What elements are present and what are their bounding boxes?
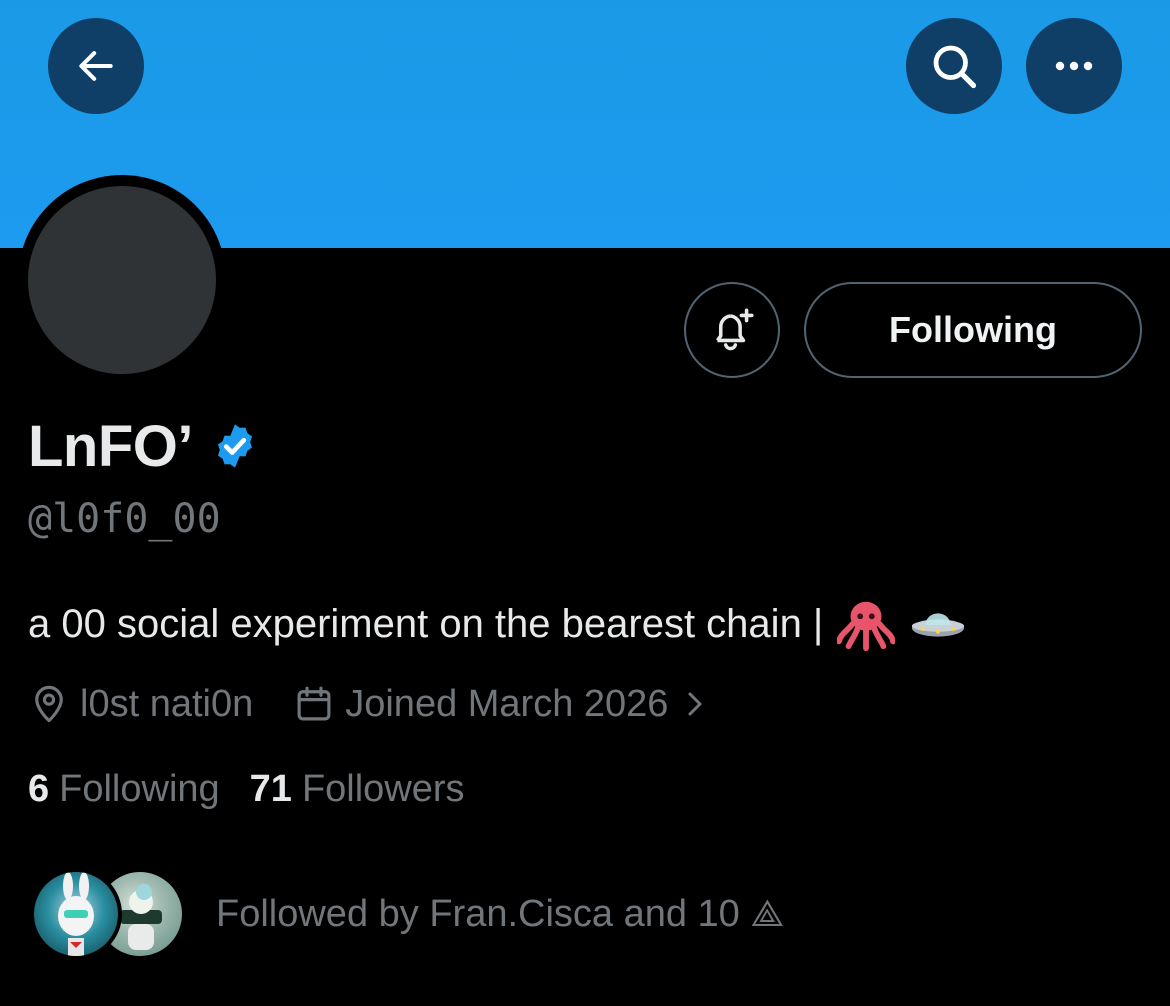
user-handle: @l0f0_00: [28, 496, 221, 542]
following-stat[interactable]: 6 Following: [28, 768, 220, 811]
more-horizontal-icon: [1055, 61, 1093, 71]
following-button[interactable]: Following: [804, 282, 1142, 378]
bio-text: a 00 social experiment on the bearest ch…: [28, 601, 824, 646]
bell-plus-icon: [715, 308, 754, 351]
back-button[interactable]: [48, 18, 144, 114]
search-button[interactable]: [906, 18, 1002, 114]
follow-stats: 6 Following 71 Followers: [28, 764, 465, 814]
location-pin-icon: [35, 685, 63, 723]
profile-bio: a 00 social experiment on the bearest ch…: [28, 596, 967, 652]
arrow-left-icon: [79, 51, 113, 81]
joined-text: Joined March 2026: [345, 682, 669, 725]
profile-meta: l0st nati0n Joined March 2026: [28, 678, 708, 730]
display-name: LnFO’: [28, 413, 194, 479]
search-icon: [933, 45, 977, 89]
octopus-emoji: [837, 601, 896, 652]
followed-by-row[interactable]: Followed by Fran.Cisca and 10 ⟁: [28, 866, 784, 962]
flying-saucer-emoji: [912, 613, 965, 637]
location-item: l0st nati0n: [28, 683, 253, 726]
calendar-icon: [297, 686, 331, 721]
more-options-button[interactable]: [1026, 18, 1122, 114]
profile-page: Following LnFO’ @l0f0_00 a 00 social exp…: [0, 0, 1170, 1006]
followers-stat[interactable]: 71 Followers: [250, 768, 465, 811]
profile-avatar[interactable]: [28, 186, 216, 374]
following-label: Following: [59, 767, 220, 810]
followers-count: 71: [249, 767, 292, 810]
notifications-button[interactable]: [684, 282, 780, 378]
verified-badge-icon[interactable]: [211, 422, 259, 470]
followers-label: Followers: [301, 767, 465, 810]
joined-date-item[interactable]: Joined March 2026: [293, 683, 708, 726]
name-row: LnFO’: [28, 410, 259, 482]
mutual-avatar: [30, 868, 122, 960]
location-text: l0st nati0n: [80, 682, 254, 725]
following-count: 6: [28, 767, 50, 810]
followed-by-text: Followed by Fran.Cisca and 10 ⟁: [216, 892, 785, 935]
mutual-avatars: [28, 866, 188, 962]
chevron-right-icon: [688, 692, 702, 716]
